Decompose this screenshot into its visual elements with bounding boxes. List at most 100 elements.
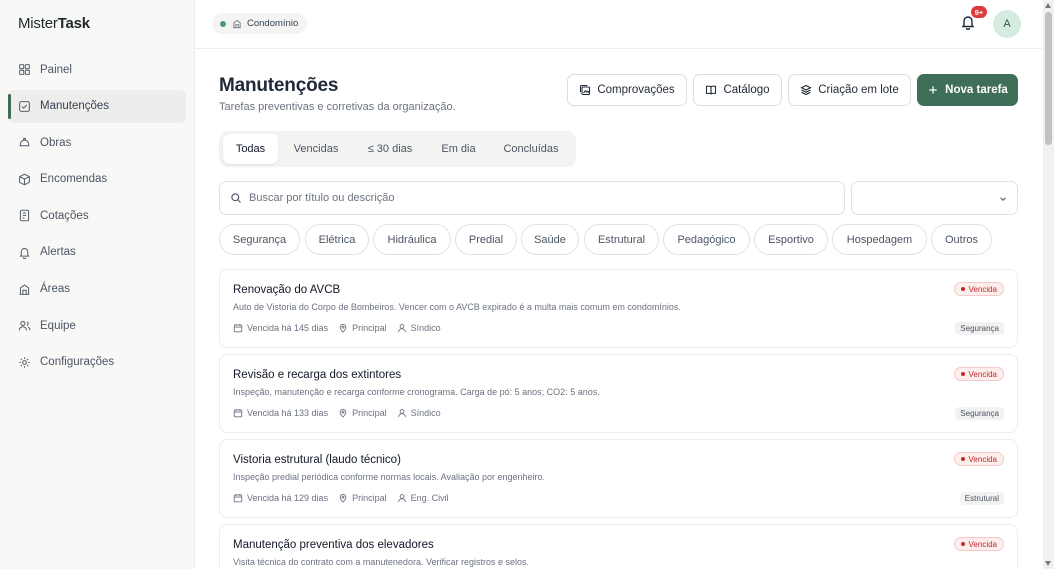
sidebar-item-painel[interactable]: Painel	[8, 53, 186, 86]
status-dot	[960, 287, 965, 291]
notification-badge: 9+	[971, 6, 987, 18]
sidebar-item-manutencoes[interactable]: Manutenções	[8, 89, 186, 123]
search-box	[219, 181, 845, 215]
task-title: Vistoria estrutural (laudo técnico)	[233, 454, 401, 466]
sidebar-item-label: Obras	[40, 136, 72, 149]
building-icon	[19, 283, 30, 295]
search-icon	[231, 193, 241, 203]
tab-30-dias[interactable]: ≤ 30 dias	[354, 134, 426, 164]
users-icon	[18, 321, 31, 331]
tab-vencidas[interactable]: Vencidas	[282, 134, 350, 164]
category-chip-saude[interactable]: Saúde	[521, 224, 579, 255]
chevron-down-icon	[1000, 197, 1006, 201]
sidebar-item-label: Equipe	[40, 319, 76, 332]
task-due: Vencida há 129 dias	[247, 493, 329, 503]
map-pin-icon	[339, 493, 347, 503]
tab-concluidas[interactable]: Concluídas	[491, 134, 571, 164]
sidebar-item-areas[interactable]: Áreas	[8, 273, 186, 306]
calendar-icon	[233, 493, 243, 503]
org-selector[interactable]: Condomínio	[212, 13, 308, 34]
task-location: Principal	[352, 323, 387, 333]
sidebar-item-obras[interactable]: Obras	[8, 126, 186, 159]
checkbox-icon	[19, 100, 30, 112]
sidebar-item-cotacoes[interactable]: Cotações	[8, 199, 186, 232]
book-icon	[706, 85, 717, 95]
category-chip-eletrica[interactable]: Elétrica	[305, 224, 369, 255]
nova-tarefa-button[interactable]: Nova tarefa	[917, 74, 1018, 106]
task-title: Manutenção preventiva dos elevadores	[233, 539, 434, 551]
sidebar-item-alertas[interactable]: Alertas	[8, 236, 186, 269]
tab-em-dia[interactable]: Em dia	[430, 134, 487, 164]
task-card[interactable]: Manutenção preventiva dos elevadores Vis…	[219, 524, 1018, 569]
category-chip-estrutural[interactable]: Estrutural	[584, 224, 659, 255]
calendar-icon	[233, 408, 243, 418]
status-badge: Vencida	[953, 282, 1004, 296]
scrollbar[interactable]	[1043, 0, 1054, 569]
gear-icon	[19, 356, 30, 368]
grid-icon	[19, 64, 30, 75]
task-card[interactable]: Vistoria estrutural (laudo técnico) Insp…	[219, 439, 1018, 518]
status-tabs: Todas Vencidas ≤ 30 dias Em dia Concluíd…	[219, 131, 576, 167]
category-tag: Estrutural	[959, 492, 1004, 505]
task-location: Principal	[352, 493, 387, 503]
criacao-em-lote-button[interactable]: Criação em lote	[788, 74, 911, 106]
user-icon	[397, 324, 406, 333]
task-title: Renovação do AVCB	[233, 284, 341, 296]
task-card[interactable]: Revisão e recarga dos extintores Inspeçã…	[219, 354, 1018, 433]
task-description: Inspeção predial periódica conforme norm…	[233, 472, 546, 482]
sidebar-item-label: Cotações	[40, 209, 89, 222]
task-responsible: Eng. Civil	[410, 493, 449, 503]
task-meta: Vencida há 133 dias Principal Síndico	[233, 408, 451, 418]
org-label: Condomínio	[247, 18, 299, 29]
category-chip-esportivo[interactable]: Esportivo	[754, 224, 828, 255]
task-responsible: Síndico	[410, 408, 441, 418]
task-due: Vencida há 145 dias	[247, 323, 329, 333]
task-meta: Vencida há 145 dias Principal Síndico	[233, 323, 451, 333]
category-chip-hidraulica[interactable]: Hidráulica	[373, 224, 451, 255]
helmet-icon	[19, 138, 30, 147]
sidebar-item-configuracoes[interactable]: Configurações	[8, 346, 186, 379]
plus-icon	[929, 86, 937, 94]
package-icon	[19, 173, 30, 186]
search-input[interactable]	[249, 192, 809, 204]
task-due: Vencida há 133 dias	[247, 408, 329, 418]
status-badge: Vencida	[953, 367, 1004, 381]
user-icon	[397, 494, 406, 503]
sidebar-item-encomendas[interactable]: Encomendas	[8, 163, 186, 196]
filter-select[interactable]	[851, 181, 1018, 215]
sidebar-item-label: Manutenções	[40, 100, 110, 113]
calendar-icon	[233, 323, 243, 333]
scroll-thumb[interactable]	[1045, 12, 1052, 145]
sidebar-item-label: Áreas	[40, 283, 71, 296]
page-title: Manutenções	[219, 75, 339, 96]
tab-todas[interactable]: Todas	[223, 134, 278, 164]
task-description: Inspeção, manutenção e recarga conforme …	[233, 387, 600, 397]
task-title: Revisão e recarga dos extintores	[233, 369, 402, 381]
category-tag: Segurança	[955, 407, 1004, 420]
status-badge: Vencida	[953, 452, 1004, 466]
category-chip-seguranca[interactable]: Segurança	[219, 224, 300, 255]
scroll-up-arrow[interactable]	[1045, 3, 1051, 8]
sidebar-item-label: Alertas	[40, 246, 76, 259]
task-card[interactable]: Renovação do AVCB Auto de Vistoria do Co…	[219, 269, 1018, 348]
avatar[interactable]: A	[993, 10, 1021, 38]
status-dot	[960, 457, 965, 461]
category-chip-hospedagem[interactable]: Hospedagem	[832, 224, 927, 255]
map-pin-icon	[339, 323, 347, 333]
task-description: Auto de Vistoria do Corpo de Bombeiros. …	[233, 302, 681, 312]
images-icon	[580, 84, 591, 96]
scroll-down-arrow[interactable]	[1045, 561, 1051, 566]
brand-logo[interactable]: MisterTask	[18, 15, 90, 32]
map-pin-icon	[339, 408, 347, 418]
sidebar-item-equipe[interactable]: Equipe	[8, 309, 186, 342]
layers-icon	[800, 84, 812, 96]
top-bar: Condomínio 9+ A	[195, 0, 1043, 49]
user-icon	[397, 409, 406, 418]
catalogo-button[interactable]: Catálogo	[693, 74, 782, 106]
category-chip-predial[interactable]: Predial	[455, 224, 517, 255]
category-chip-outros[interactable]: Outros	[931, 224, 992, 255]
category-chip-pedagogico[interactable]: Pedagógico	[663, 224, 750, 255]
status-badge: Vencida	[953, 537, 1004, 551]
comprovacoes-button[interactable]: Comprovações	[567, 74, 687, 106]
page-subtitle: Tarefas preventivas e corretivas da orga…	[219, 101, 456, 113]
